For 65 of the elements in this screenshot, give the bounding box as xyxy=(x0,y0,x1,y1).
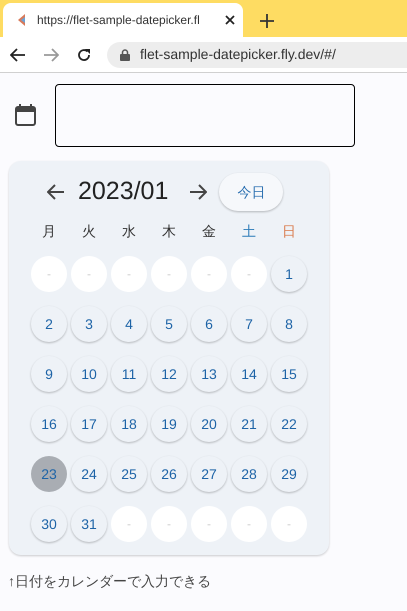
day-button[interactable]: 7 xyxy=(231,306,267,342)
day-button[interactable]: 24 xyxy=(71,456,107,492)
today-button[interactable]: 今日 xyxy=(219,173,284,211)
day-button[interactable]: 6 xyxy=(191,306,227,342)
empty-day: - xyxy=(231,256,267,292)
day-button[interactable]: 29 xyxy=(271,456,307,492)
day-button[interactable]: 1 xyxy=(271,256,307,292)
empty-day: - xyxy=(31,256,67,292)
day-button[interactable]: 31 xyxy=(71,506,107,542)
day-button[interactable]: 4 xyxy=(111,306,147,342)
previous-month-icon[interactable] xyxy=(47,184,65,200)
empty-day: - xyxy=(111,506,147,542)
weekday-label: 金 xyxy=(201,222,217,241)
day-button[interactable]: 15 xyxy=(271,356,307,392)
day-button[interactable]: 22 xyxy=(271,406,307,442)
day-button[interactable]: 5 xyxy=(151,306,187,342)
day-button[interactable]: 16 xyxy=(31,406,67,442)
day-button[interactable]: 9 xyxy=(31,356,67,392)
day-button[interactable]: 8 xyxy=(271,306,307,342)
day-button[interactable]: 25 xyxy=(111,456,147,492)
day-button[interactable]: 26 xyxy=(151,456,187,492)
lock-icon xyxy=(120,48,130,60)
empty-day: - xyxy=(111,256,147,292)
empty-day: - xyxy=(191,506,227,542)
weekday-label: 月 xyxy=(41,222,57,241)
day-button[interactable]: 27 xyxy=(191,456,227,492)
day-button[interactable]: 20 xyxy=(191,406,227,442)
next-month-icon[interactable] xyxy=(189,184,208,200)
month-title: 2023/01 xyxy=(78,176,168,208)
day-button[interactable]: 28 xyxy=(231,456,267,492)
day-button[interactable]: 3 xyxy=(71,306,107,342)
weekday-label: 水 xyxy=(121,222,137,241)
empty-day: - xyxy=(231,506,267,542)
weekday-label: 木 xyxy=(161,222,177,241)
address-bar[interactable]: flet-sample-datepicker.fly.dev/#/ xyxy=(107,42,407,68)
day-button[interactable]: 14 xyxy=(231,356,267,392)
back-icon[interactable] xyxy=(10,48,26,62)
day-button[interactable]: 10 xyxy=(71,356,107,392)
forward-icon[interactable] xyxy=(43,48,59,62)
day-button[interactable]: 11 xyxy=(111,356,147,392)
day-button[interactable]: 12 xyxy=(151,356,187,392)
new-tab-icon[interactable] xyxy=(260,14,274,28)
empty-day: - xyxy=(151,506,187,542)
date-input-field[interactable] xyxy=(55,84,355,146)
empty-day: - xyxy=(191,256,227,292)
tab-title: https://flet-sample-datepicker.fl xyxy=(37,12,201,29)
day-button[interactable]: 13 xyxy=(191,356,227,392)
weekday-label: 土 xyxy=(241,222,257,241)
empty-day: - xyxy=(151,256,187,292)
day-button[interactable]: 2 xyxy=(31,306,67,342)
close-icon[interactable] xyxy=(225,15,235,25)
empty-day: - xyxy=(71,256,107,292)
weekday-label: 火 xyxy=(81,222,97,241)
reload-icon[interactable] xyxy=(76,46,92,62)
day-button[interactable]: 18 xyxy=(111,406,147,442)
url-text: flet-sample-datepicker.fly.dev/#/ xyxy=(140,45,336,64)
day-button[interactable]: 17 xyxy=(71,406,107,442)
empty-day: - xyxy=(271,506,307,542)
caption-text: ↑日付をカレンダーで入力できる xyxy=(8,572,211,591)
day-button[interactable]: 30 xyxy=(31,506,67,542)
weekday-label: 日 xyxy=(281,222,297,241)
day-button[interactable]: 21 xyxy=(231,406,267,442)
day-button[interactable]: 19 xyxy=(151,406,187,442)
calendar-icon[interactable] xyxy=(15,104,36,126)
browser-tab[interactable]: https://flet-sample-datepicker.fl xyxy=(3,3,243,37)
